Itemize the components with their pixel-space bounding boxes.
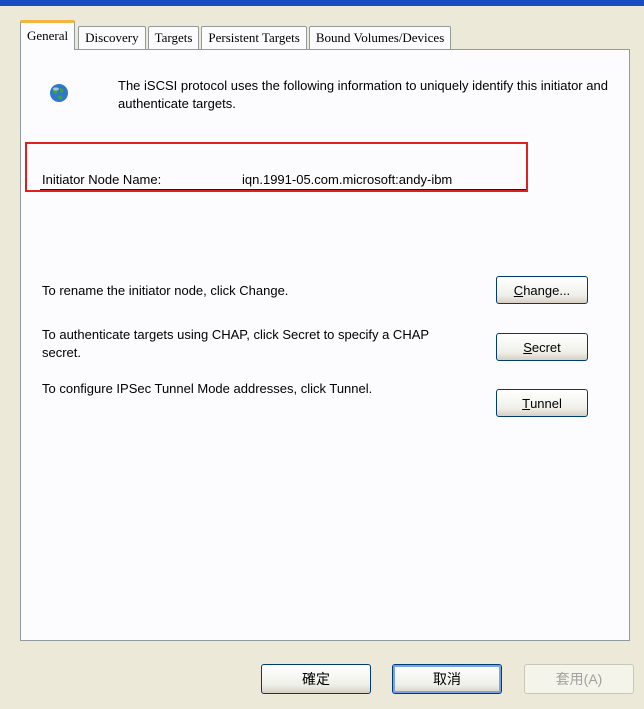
secret-button-mnemonic: S	[523, 339, 532, 355]
change-button-mnemonic: C	[513, 282, 524, 298]
secret-button-label: ecret	[531, 339, 561, 355]
tab-bound-volumes-devices[interactable]: Bound Volumes/Devices	[308, 26, 452, 50]
node-name-underline	[40, 189, 526, 190]
cancel-button[interactable]: 取消	[392, 664, 502, 694]
tunnel-button[interactable]: Tunnel	[496, 389, 588, 417]
tab-discovery[interactable]: Discovery	[78, 26, 146, 50]
tab-general[interactable]: General	[20, 20, 76, 50]
title-bar-edge	[0, 0, 644, 6]
globe-icon	[48, 82, 70, 107]
tunnel-button-mnemonic: T	[522, 395, 531, 411]
ok-button[interactable]: 確定	[261, 664, 371, 694]
initiator-node-name-value: iqn.1991-05.com.microsoft:andy-ibm	[242, 172, 453, 187]
tab-targets[interactable]: Targets	[147, 26, 200, 50]
initiator-node-name-label: Initiator Node Name:	[42, 172, 162, 187]
ipsec-instruction: To configure IPSec Tunnel Mode addresses…	[42, 381, 373, 396]
change-button[interactable]: Change...	[496, 276, 588, 304]
tab-strip: General Discovery Targets Persistent Tar…	[20, 18, 453, 50]
chap-instruction: To authenticate targets using CHAP, clic…	[42, 327, 429, 360]
rename-instruction: To rename the initiator node, click Chan…	[42, 283, 289, 298]
tab-persistent-targets[interactable]: Persistent Targets	[201, 26, 307, 50]
tunnel-button-label: unnel	[530, 395, 562, 411]
secret-button[interactable]: Secret	[496, 333, 588, 361]
intro-text: The iSCSI protocol uses the following in…	[118, 78, 608, 111]
apply-button[interactable]: 套用(A)	[524, 664, 634, 694]
change-button-label: hange...	[523, 282, 571, 298]
